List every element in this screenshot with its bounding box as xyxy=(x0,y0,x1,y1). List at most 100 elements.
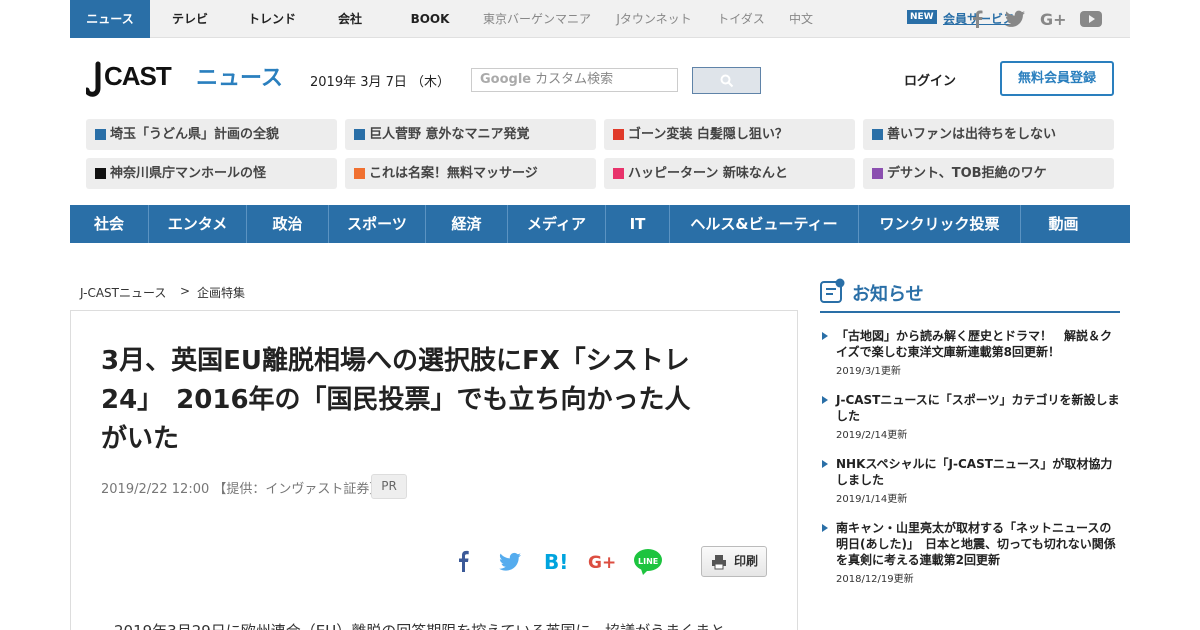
notice-date: 2018/12/19更新 xyxy=(836,574,914,585)
svg-text:G+: G+ xyxy=(1040,10,1066,28)
breadcrumb-separator: > xyxy=(180,284,191,298)
facebook-icon[interactable] xyxy=(970,10,984,28)
notice-item[interactable]: NHKスペシャルに「J-CASTニュース」が取材協力 しました 2019/1/1… xyxy=(820,456,1122,505)
category-economy[interactable]: 経済 xyxy=(426,205,508,243)
topic-label: 巨人菅野 意外なマニア発覚 xyxy=(369,127,530,142)
topic-link[interactable]: 埼玉「うどん県」計画の全貌 xyxy=(86,119,337,150)
nav-toidas[interactable]: トイダス xyxy=(714,0,768,38)
topic-marker xyxy=(872,129,883,140)
notice-title-line: を真剣に考える連載第2回更新 xyxy=(836,553,1000,567)
nav-j-town[interactable]: Jタウンネット xyxy=(612,0,696,38)
svg-text:LINE: LINE xyxy=(638,557,658,566)
notice-item[interactable]: 「古地図」から読み解く歴史とドラマ！ 解説＆ク イズで楽しむ東洋文庫新連載第8回… xyxy=(820,328,1122,377)
topic-label: 善いファンは出待ちをしない xyxy=(887,127,1057,142)
topic-link[interactable]: ハッピーターン 新味なんと xyxy=(604,158,855,189)
svg-text:G+: G+ xyxy=(588,553,616,573)
notice-header: お知らせ xyxy=(820,278,1120,313)
category-it[interactable]: IT xyxy=(606,205,670,243)
register-button[interactable]: 無料会員登録 xyxy=(1000,61,1114,96)
google-plus-icon[interactable]: G+ xyxy=(588,548,616,574)
notice-title-line: NHKスペシャルに「J-CASTニュース」が取材協力 xyxy=(836,457,1113,471)
j-cast-logo[interactable]: CAST ニュース xyxy=(86,58,282,100)
twitter-icon[interactable] xyxy=(1005,10,1025,28)
category-video[interactable]: 動画 xyxy=(1021,205,1106,243)
bullet-icon xyxy=(822,460,828,468)
svg-text:B!: B! xyxy=(544,550,568,574)
notice-item[interactable]: J-CASTニュースに「スポーツ」カテゴリを新設しま した 2019/2/14更… xyxy=(820,392,1122,441)
notice-title: NHKスペシャルに「J-CASTニュース」が取材協力 しました xyxy=(836,456,1122,488)
article-meta: 2019/2/22 12:00 【提供：インヴァスト証券】 xyxy=(101,478,382,497)
topic-label: 埼玉「うどん県」計画の全貌 xyxy=(110,127,280,142)
notice-title-line: 明日(あした)」 日本と地震、切っても切れない関係 xyxy=(836,537,1116,551)
google-plus-icon[interactable]: G+ xyxy=(1040,10,1066,28)
category-one-click-vote[interactable]: ワンクリック投票 xyxy=(859,205,1021,243)
topic-label: デサント、TOB拒絶のワケ xyxy=(887,166,1047,181)
notice-title-line: J-CASTニュースに「スポーツ」カテゴリを新設しま xyxy=(836,393,1120,407)
category-politics[interactable]: 政治 xyxy=(247,205,329,243)
notice-title-line: 南キャン・山里亮太が取材する「ネットニュースの xyxy=(836,521,1112,535)
search-input[interactable]: Google カスタム検索 xyxy=(471,68,678,92)
new-badge: NEW xyxy=(907,10,937,24)
topic-link[interactable]: これは名案！無料マッサージ xyxy=(345,158,596,189)
line-icon[interactable]: LINE xyxy=(633,548,663,576)
notice-title: 「古地図」から読み解く歴史とドラマ！ 解説＆ク イズで楽しむ東洋文庫新連載第8回… xyxy=(836,328,1122,360)
twitter-icon[interactable] xyxy=(499,548,521,574)
nav-tv[interactable]: テレビ xyxy=(160,0,220,38)
hatena-bookmark-icon[interactable]: B! xyxy=(544,548,568,574)
topic-marker xyxy=(354,129,365,140)
nav-chinese[interactable]: 中文 xyxy=(786,0,816,38)
nav-company[interactable]: 会社 xyxy=(326,0,374,38)
topic-link[interactable]: 巨人菅野 意外なマニア発覚 xyxy=(345,119,596,150)
nav-book[interactable]: BOOK xyxy=(404,0,456,38)
svg-text:CAST: CAST xyxy=(104,61,172,91)
breadcrumb-home[interactable]: J-CASTニュース xyxy=(80,284,166,301)
svg-text:ニュース: ニュース xyxy=(196,66,282,91)
bullet-icon xyxy=(822,396,828,404)
printer-icon xyxy=(712,555,726,570)
nav-tokyo-bargain[interactable]: 東京バーゲンマニア xyxy=(480,0,594,38)
article-title-line: がいた xyxy=(101,424,180,454)
topic-link[interactable]: ゴーン変装 白髪隠し狙い？ xyxy=(604,119,855,150)
topic-marker xyxy=(613,129,624,140)
login-link[interactable]: ログイン xyxy=(904,70,956,89)
article-date: 2019/2/22 12:00 xyxy=(101,482,210,497)
notice-date: 2019/3/1更新 xyxy=(836,366,901,377)
article-title: 3月、英国EU離脱相場への選択肢にFX「シストレ 24」 2016年の「国民投票… xyxy=(101,342,761,459)
notice-date: 2019/2/14更新 xyxy=(836,430,908,441)
search-button[interactable] xyxy=(692,67,761,94)
topic-link[interactable]: 神奈川県庁マンホールの怪 xyxy=(86,158,337,189)
topic-label: ゴーン変装 白髪隠し狙い？ xyxy=(628,127,788,142)
facebook-icon[interactable] xyxy=(455,548,471,574)
topic-link[interactable]: デサント、TOB拒絶のワケ xyxy=(863,158,1114,189)
notice-icon xyxy=(820,278,845,303)
notice-title-line: しました xyxy=(836,473,885,487)
category-sports[interactable]: スポーツ xyxy=(329,205,426,243)
category-entertainment[interactable]: エンタメ xyxy=(149,205,247,243)
print-label: 印刷 xyxy=(734,554,759,568)
notice-title-line: 「古地図」から読み解く歴史とドラマ！ 解説＆ク xyxy=(836,329,1113,343)
notice-title: J-CASTニュースに「スポーツ」カテゴリを新設しま した xyxy=(836,392,1122,424)
notice-date: 2019/1/14更新 xyxy=(836,494,908,505)
article-provider: 【提供：インヴァスト証券】 xyxy=(213,482,383,497)
topic-link[interactable]: 善いファンは出待ちをしない xyxy=(863,119,1114,150)
topic-label: これは名案！無料マッサージ xyxy=(369,166,538,181)
article-title-line: 24」 2016年の「国民投票」でも立ち向かった人 xyxy=(101,385,691,415)
topic-marker xyxy=(95,129,106,140)
bullet-icon xyxy=(822,332,828,340)
search-icon xyxy=(720,74,734,88)
print-button[interactable]: 印刷 xyxy=(701,546,767,577)
youtube-icon[interactable] xyxy=(1080,10,1102,28)
topic-label: 神奈川県庁マンホールの怪 xyxy=(110,166,267,181)
search-placeholder: カスタム検索 xyxy=(535,72,614,87)
current-date: 2019年 3月 7日 （木） xyxy=(310,75,451,90)
category-health-beauty[interactable]: ヘルス&ビューティー xyxy=(670,205,859,243)
breadcrumb-current[interactable]: 企画特集 xyxy=(197,284,245,301)
bullet-icon xyxy=(822,524,828,532)
topic-label: ハッピーターン 新味なんと xyxy=(628,166,788,181)
google-brand: Google xyxy=(480,72,532,87)
nav-news[interactable]: ニュース xyxy=(70,0,150,38)
category-society[interactable]: 社会 xyxy=(70,205,149,243)
notice-item[interactable]: 南キャン・山里亮太が取材する「ネットニュースの 明日(あした)」 日本と地震、切… xyxy=(820,520,1120,585)
category-media[interactable]: メディア xyxy=(508,205,606,243)
nav-trend[interactable]: トレンド xyxy=(238,0,306,38)
